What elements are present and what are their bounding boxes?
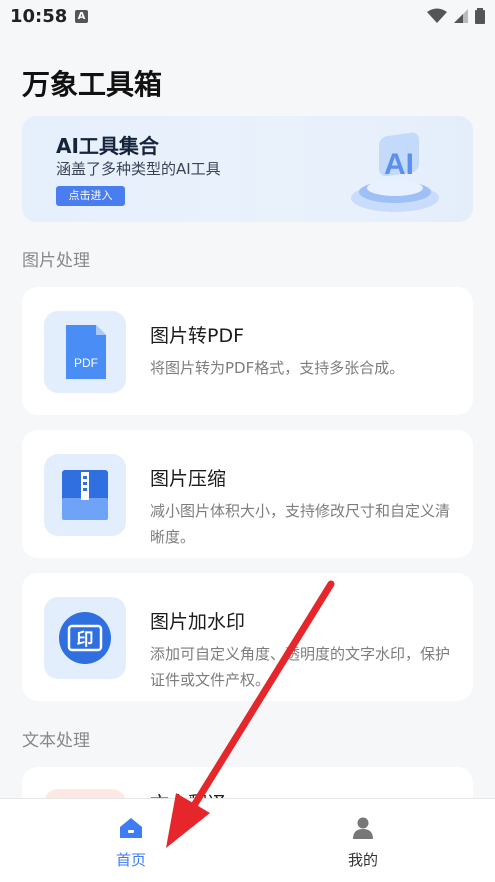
notification-icon: A xyxy=(75,10,88,23)
stamp-icon-text: 印 xyxy=(77,630,94,650)
tool-description: 添加可自定义角度、透明度的文字水印，保护证件或文件产权。 xyxy=(150,645,451,689)
ai-art-text: AI xyxy=(384,148,414,181)
stamp-icon: 印 xyxy=(59,612,111,664)
home-icon xyxy=(120,818,142,838)
tool-card-image-watermark[interactable]: 印 图片加水印 添加可自定义角度、透明度的文字水印，保护证件或文件产权。 xyxy=(22,573,473,701)
banner-enter-button[interactable]: 点击进入 xyxy=(56,186,125,206)
user-icon xyxy=(353,817,373,839)
system-icons xyxy=(427,8,485,24)
tab-home[interactable]: 首页 xyxy=(91,817,171,870)
tool-icon-box: 印 xyxy=(44,597,126,679)
tool-title: 图片转PDF xyxy=(150,325,245,347)
pdf-icon-text: PDF xyxy=(74,356,98,370)
tab-home-label: 首页 xyxy=(115,851,146,869)
ai-tools-banner[interactable]: AI工具集合 涵盖了多种类型的AI工具 点击进入 AI xyxy=(22,116,473,222)
section-label-text: 文本处理 xyxy=(22,731,90,751)
tool-card-image-compress[interactable]: 图片压缩 减小图片体积大小，支持修改尺寸和自定义清晰度。 xyxy=(22,430,473,558)
tool-description: 将图片转为PDF格式，支持多张合成。 xyxy=(150,359,405,377)
page-title: 万象工具箱 xyxy=(22,68,163,101)
battery-icon xyxy=(475,8,485,24)
tab-mine[interactable]: 我的 xyxy=(323,817,403,870)
tool-description: 减小图片体积大小，支持修改尺寸和自定义清晰度。 xyxy=(150,502,451,546)
wifi-icon xyxy=(427,8,447,23)
tool-title: 图片加水印 xyxy=(150,611,246,633)
banner-title: AI工具集合 xyxy=(56,134,159,158)
ai-3d-icon: AI xyxy=(351,132,439,212)
section-label-image: 图片处理 xyxy=(22,251,90,271)
bottom-tab-bar: 首页 我的 xyxy=(0,798,495,882)
tool-icon-box: PDF xyxy=(44,311,126,393)
signal-icon xyxy=(454,9,468,23)
banner-subtitle: 涵盖了多种类型的AI工具 xyxy=(56,160,221,178)
status-bar: 10:58 A xyxy=(0,0,495,36)
tool-icon-box xyxy=(44,454,126,536)
pdf-file-icon: PDF xyxy=(66,325,106,379)
tool-title: 图片压缩 xyxy=(150,468,227,490)
tab-mine-label: 我的 xyxy=(347,851,378,869)
status-time: 10:58 xyxy=(10,6,68,27)
zip-compress-icon xyxy=(62,470,108,520)
tool-card-image-to-pdf[interactable]: PDF 图片转PDF 将图片转为PDF格式，支持多张合成。 xyxy=(22,287,473,415)
